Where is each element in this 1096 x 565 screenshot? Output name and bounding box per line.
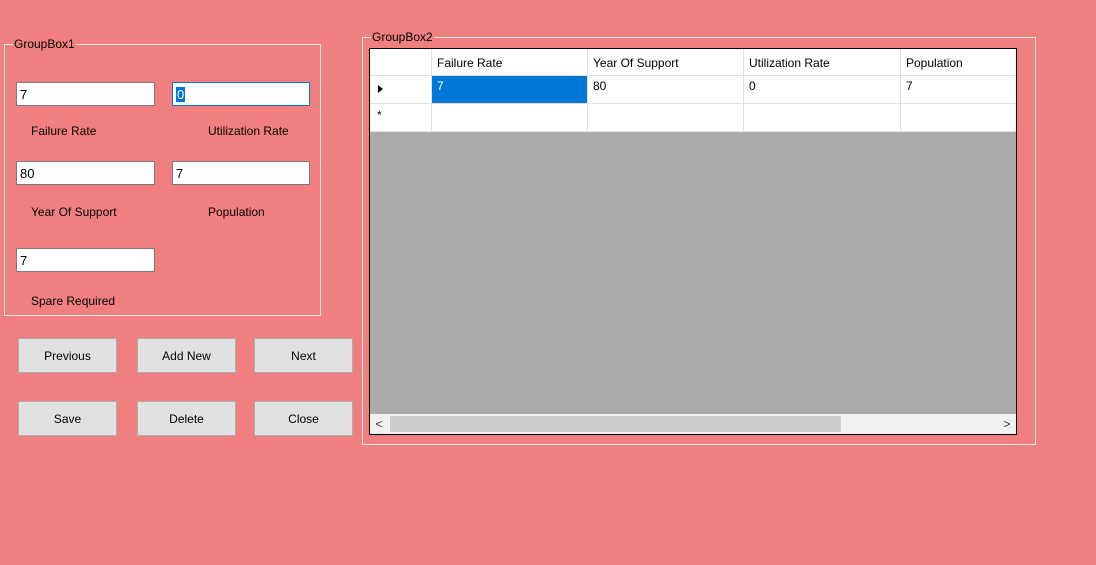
table-row[interactable]: 7 80 0 7 (370, 76, 1016, 104)
add-new-button[interactable]: Add New (137, 338, 236, 373)
column-header-population[interactable]: Population (901, 49, 1016, 76)
previous-button[interactable]: Previous (18, 338, 117, 373)
year-of-support-input[interactable]: 80 (16, 161, 155, 185)
close-button[interactable]: Close (254, 401, 353, 436)
row-header[interactable] (370, 76, 432, 104)
utilization-rate-label: Utilization Rate (208, 124, 289, 138)
next-button[interactable]: Next (254, 338, 353, 373)
new-cell-utilization-rate[interactable] (744, 104, 901, 132)
column-header-year-of-support[interactable]: Year Of Support (588, 49, 744, 76)
population-input[interactable]: 7 (172, 161, 310, 185)
cell-year-of-support[interactable]: 80 (588, 76, 744, 104)
population-label: Population (208, 205, 265, 219)
cell-failure-rate[interactable]: 7 (432, 76, 588, 104)
failure-rate-label: Failure Rate (31, 124, 97, 138)
delete-button[interactable]: Delete (137, 401, 236, 436)
failure-rate-input[interactable]: 7 (16, 82, 155, 106)
new-cell-population[interactable] (901, 104, 1016, 132)
new-row-star-icon: * (377, 108, 382, 122)
current-row-arrow-icon (378, 85, 383, 93)
new-row[interactable]: * (370, 104, 1016, 132)
cell-utilization-rate[interactable]: 0 (744, 76, 901, 104)
new-cell-year-of-support[interactable] (588, 104, 744, 132)
scroll-right-icon[interactable]: > (998, 414, 1016, 434)
column-header-failure-rate[interactable]: Failure Rate (432, 49, 588, 76)
cell-population[interactable]: 7 (901, 76, 1016, 104)
horizontal-scrollbar[interactable]: < > (370, 414, 1016, 434)
year-of-support-label: Year Of Support (31, 205, 117, 219)
groupbox2-title: GroupBox2 (371, 30, 434, 44)
utilization-rate-input[interactable]: 0 (172, 82, 310, 106)
spare-required-input[interactable]: 7 (16, 248, 155, 272)
save-button[interactable]: Save (18, 401, 117, 436)
groupbox1-title: GroupBox1 (13, 37, 76, 51)
data-grid[interactable]: Failure Rate Year Of Support Utilization… (369, 48, 1017, 435)
grid-header-row: Failure Rate Year Of Support Utilization… (370, 49, 1016, 77)
new-cell-failure-rate[interactable] (432, 104, 588, 132)
grid-corner-header[interactable] (370, 49, 432, 76)
new-row-header[interactable]: * (370, 104, 432, 132)
spare-required-label: Spare Required (31, 294, 116, 308)
scroll-left-icon[interactable]: < (370, 414, 388, 434)
column-header-utilization-rate[interactable]: Utilization Rate (744, 49, 901, 76)
scrollbar-thumb[interactable] (390, 416, 841, 432)
